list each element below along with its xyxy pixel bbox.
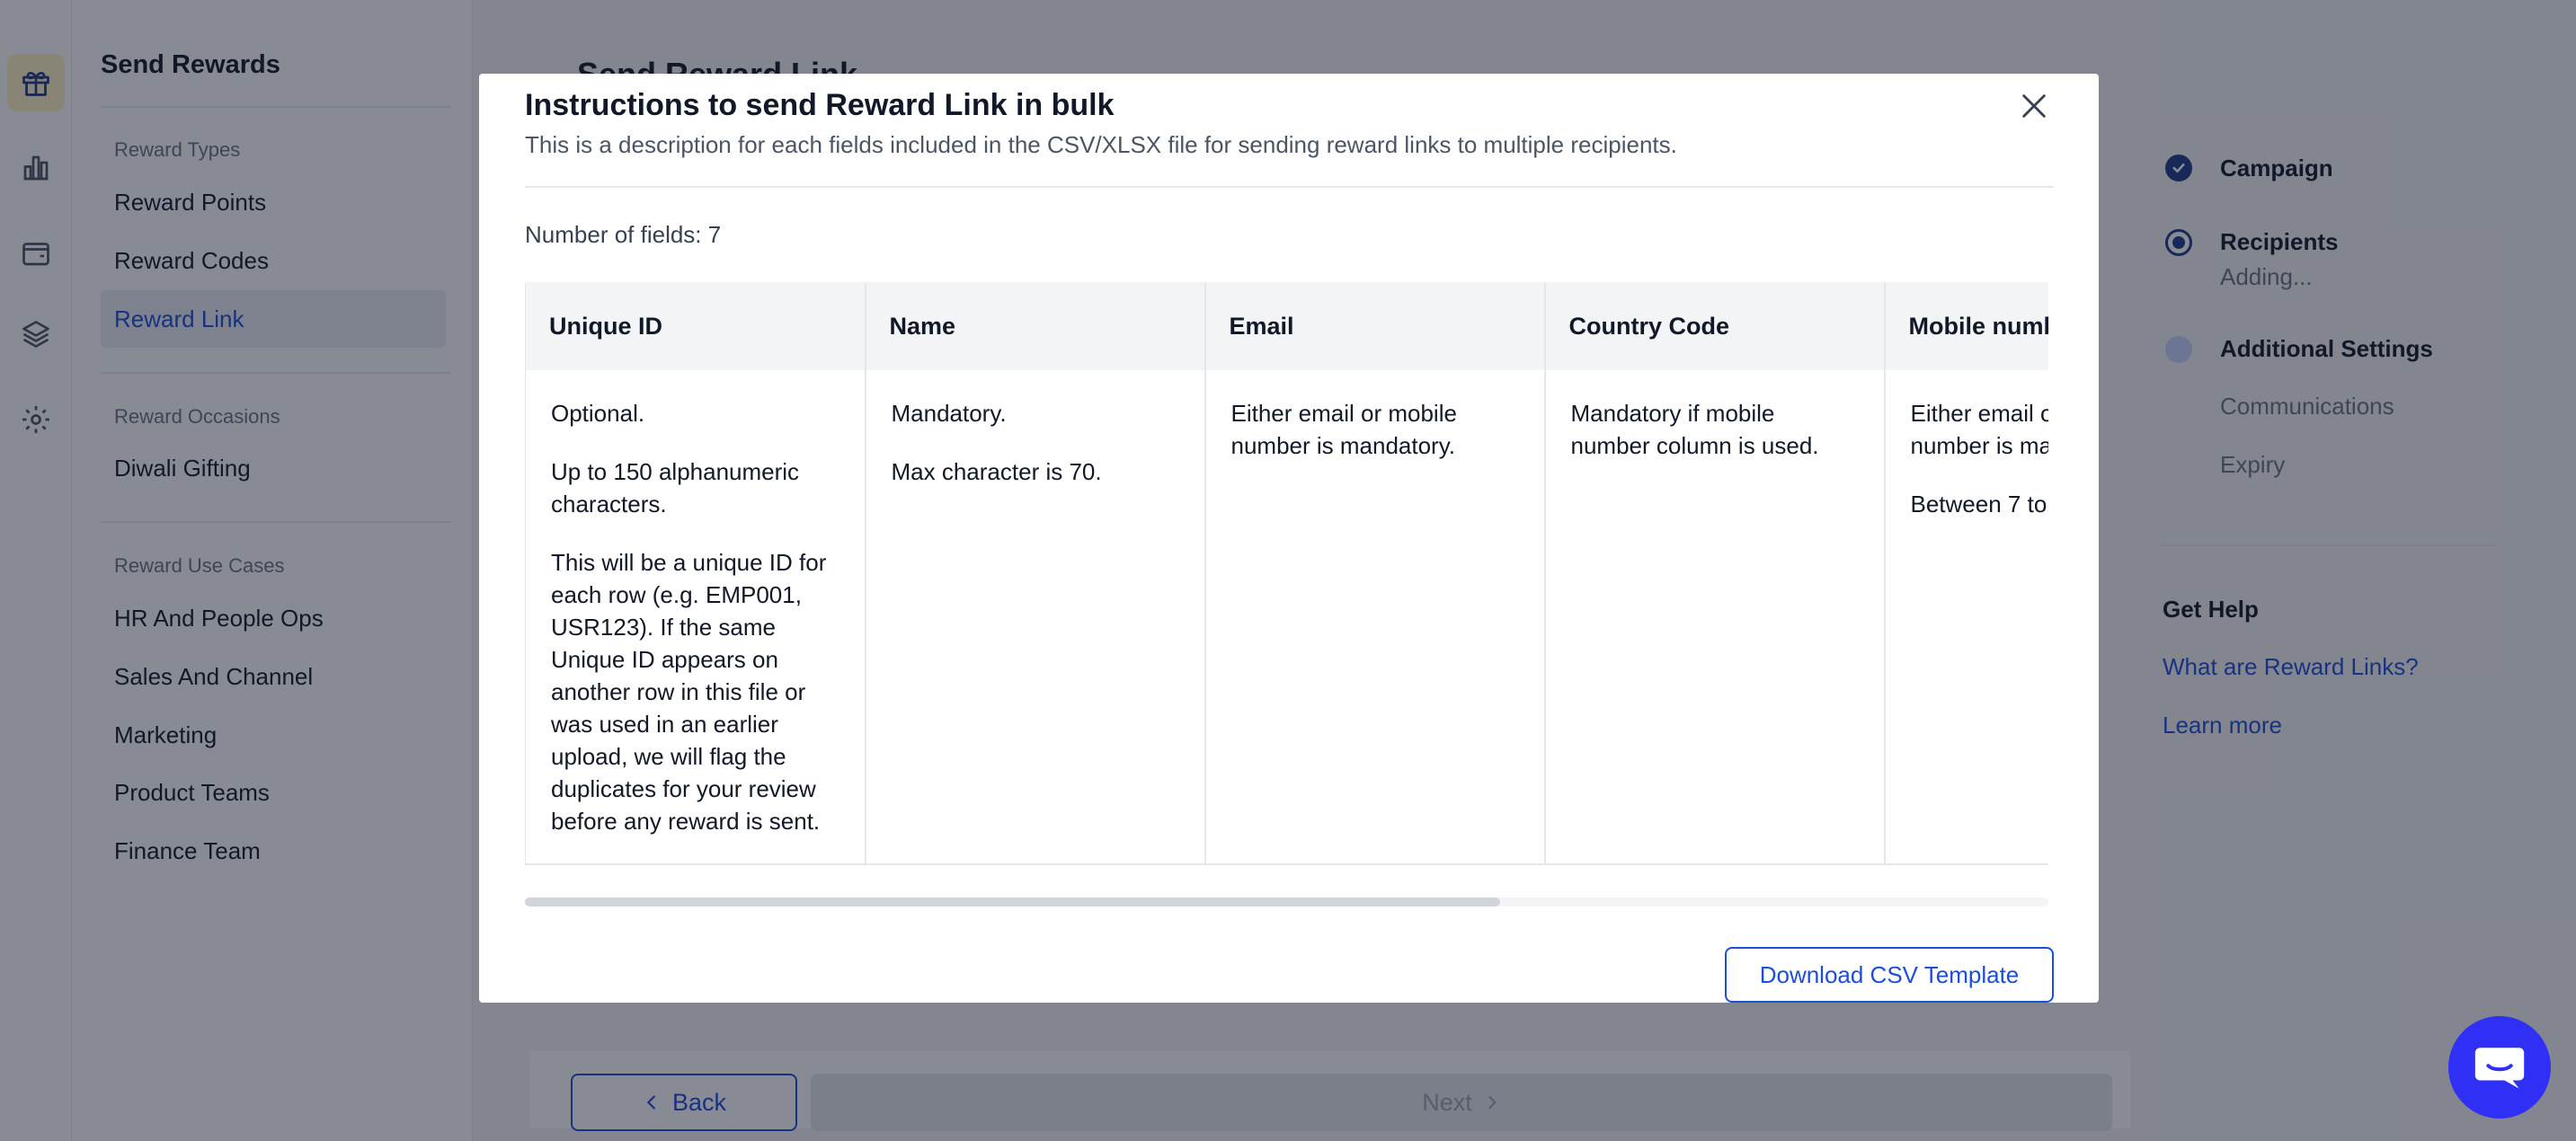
column-header: Mobile number	[1884, 282, 2048, 370]
chat-button[interactable]	[2448, 1016, 2551, 1119]
close-icon	[2022, 94, 2046, 118]
table-cell: Mandatory. Max character is 70.	[865, 370, 1206, 865]
column-header: Unique ID	[525, 282, 866, 370]
table-header-row: Unique ID Name Email Country Code Mobile…	[525, 282, 2048, 370]
chat-icon	[2474, 1048, 2525, 1089]
horizontal-scrollbar[interactable]	[525, 898, 2048, 907]
cell-text: Mandatory if mobile number column is use…	[1570, 400, 1819, 459]
column-header: Email	[1204, 282, 1546, 370]
table-cell: Either email or mobile number is mandato…	[1204, 370, 1546, 865]
cell-text: Either email or mobile number is mandato…	[1910, 400, 2049, 459]
divider	[525, 186, 2053, 188]
cell-text: This will be a unique ID for each row (e…	[551, 549, 827, 835]
field-count: Number of fields: 7	[525, 221, 722, 248]
cell-text: Between 7 to	[1910, 491, 2047, 517]
table-cell: Optional. Up to 150 alphanumeric charact…	[525, 370, 866, 865]
cell-text: Max character is 70.	[891, 458, 1102, 485]
table-cell: Either email or mobile number is mandato…	[1884, 370, 2049, 865]
column-header: Country Code	[1544, 282, 1886, 370]
cell-text: Up to 150 alphanumeric characters.	[551, 458, 800, 517]
cell-text: Optional.	[551, 400, 645, 427]
column-header: Name	[865, 282, 1206, 370]
modal-title: Instructions to send Reward Link in bulk	[525, 88, 1115, 122]
cell-text: Mandatory.	[891, 400, 1007, 427]
close-button[interactable]	[2011, 83, 2057, 129]
table-cell: Mandatory if mobile number column is use…	[1544, 370, 1886, 865]
cell-text: Either email or mobile number is mandato…	[1230, 400, 1457, 459]
download-csv-template-button[interactable]: Download CSV Template	[1725, 947, 2054, 1003]
scrollbar-thumb[interactable]	[525, 898, 1500, 907]
instructions-modal: Instructions to send Reward Link in bulk…	[479, 74, 2099, 1003]
modal-description: This is a description for each fields in…	[525, 131, 1677, 158]
fields-table-scroll[interactable]: Unique ID Name Email Country Code Mobile…	[525, 282, 2048, 938]
table-row: Optional. Up to 150 alphanumeric charact…	[525, 370, 2049, 865]
fields-table: Unique ID Name Email Country Code Mobile…	[525, 282, 2048, 865]
